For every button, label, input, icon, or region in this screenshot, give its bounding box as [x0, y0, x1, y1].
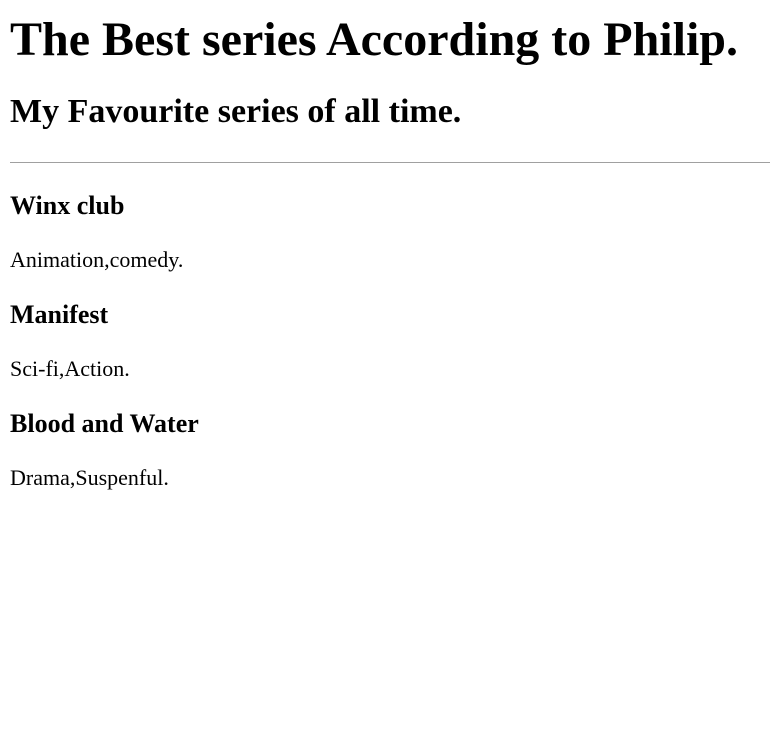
- series-item-manifest: Manifest Sci-fi,Action.: [10, 299, 770, 383]
- series-name: Blood and Water: [10, 409, 199, 438]
- series-genre: Drama,Suspenful.: [10, 465, 169, 490]
- series-item-winx-club: Winx club Animation,comedy.: [10, 190, 770, 274]
- series-item-blood-and-water: Blood and Water Drama,Suspenful.: [10, 408, 770, 492]
- page-subtitle: My Favourite series of all time.: [10, 93, 462, 130]
- series-name: Manifest: [10, 300, 109, 329]
- divider: [10, 162, 770, 163]
- page-title: The Best series According to Philip.: [10, 13, 738, 66]
- series-genre: Sci-fi,Action.: [10, 356, 130, 381]
- series-list: Winx club Animation,comedy. Manifest Sci…: [10, 190, 770, 492]
- series-name: Winx club: [10, 191, 125, 220]
- series-genre: Animation,comedy.: [10, 247, 184, 272]
